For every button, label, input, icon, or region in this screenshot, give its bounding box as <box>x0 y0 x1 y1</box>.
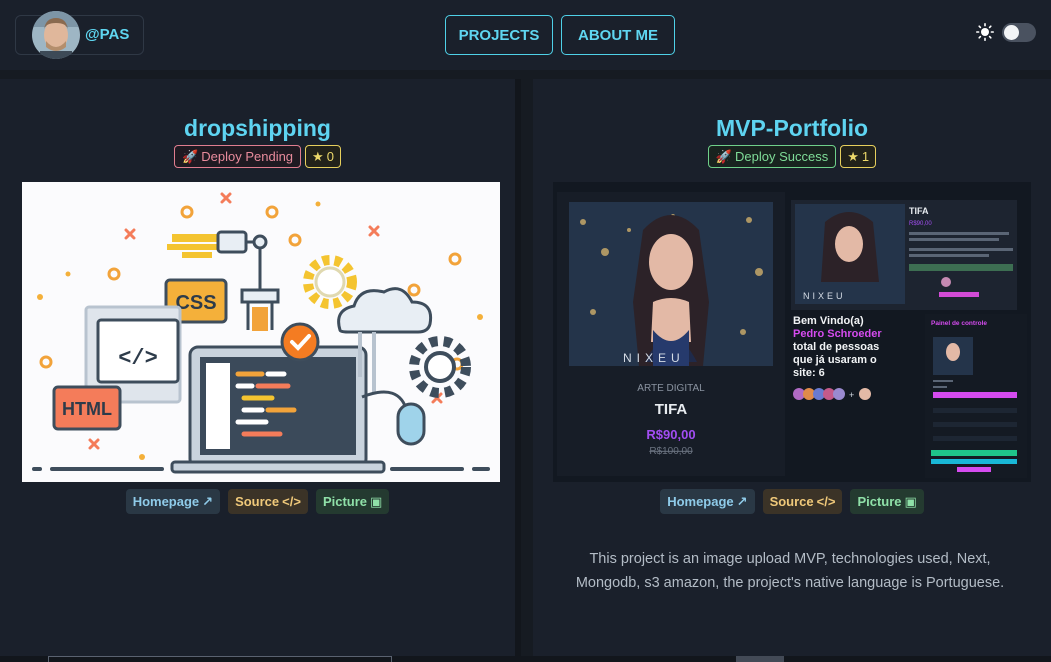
side-price-text: R$90,00 <box>909 221 932 227</box>
project-links: Homepage ↗ Source </> Picture ▣ <box>533 489 1051 514</box>
category-text: ARTE DIGITAL <box>637 383 705 394</box>
homepage-label: Homepage <box>667 494 734 509</box>
project-title: dropshipping <box>184 115 331 141</box>
scrollbar-thumb-secondary[interactable] <box>736 656 784 662</box>
product-text: TIFA <box>655 401 688 418</box>
picture-link[interactable]: Picture ▣ <box>315 489 390 514</box>
project-links: Homepage ↗ Source </> Picture ▣ <box>0 489 515 514</box>
sun-icon <box>976 23 994 41</box>
project-description: This project is an image upload MVP, tec… <box>575 551 1005 591</box>
html-text: HTML <box>62 399 112 419</box>
picture-label: Picture <box>322 494 368 509</box>
source-link[interactable]: Source </> <box>228 489 308 514</box>
external-link-icon: ↗ <box>202 493 214 509</box>
scrollbar-thumb[interactable] <box>48 656 392 662</box>
avatar <box>32 11 80 59</box>
top-bar: @PAS PROJECTS ABOUT ME <box>0 0 1051 70</box>
horizontal-scrollbar[interactable] <box>0 656 1051 662</box>
picture-link[interactable]: Picture ▣ <box>850 489 924 514</box>
project-badges: 🚀 Deploy Success ★ 1 <box>533 145 1051 168</box>
side-title-text: TIFA <box>909 206 929 216</box>
image-icon: ▣ <box>370 493 383 509</box>
profile-button[interactable]: @PAS <box>15 11 144 59</box>
project-preview-image: NIXEU ARTE DIGITAL TIFA R$90,00 R$100,00… <box>553 182 1031 482</box>
image-icon: ▣ <box>904 493 917 509</box>
nav-projects-button[interactable]: PROJECTS <box>445 15 553 55</box>
code-icon: </> <box>282 494 301 509</box>
external-link-icon: ↗ <box>736 493 748 509</box>
total-line-1: total de pessoas <box>793 341 879 353</box>
homepage-label: Homepage <box>132 494 200 509</box>
user-text: Pedro Schroeder <box>793 328 882 340</box>
nav-about-button[interactable]: ABOUT ME <box>561 15 675 55</box>
project-preview-image: CSS </> HTML <box>22 182 500 482</box>
theme-toggle-knob <box>1004 25 1019 40</box>
deploy-status-badge: 🚀 Deploy Pending <box>174 145 302 168</box>
welcome-text: Bem Vindo(a) <box>793 315 864 327</box>
username-label: @PAS <box>85 26 130 43</box>
star-count: 1 <box>861 149 870 164</box>
total-line-3: site: 6 <box>793 367 825 379</box>
star-badge: ★ 1 <box>840 145 877 168</box>
old-price-text: R$100,00 <box>649 446 693 457</box>
deploy-status-badge: 🚀 Deploy Success <box>707 145 837 168</box>
brand-text: NIXEU <box>623 351 685 365</box>
rocket-icon: 🚀 <box>182 148 199 164</box>
rocket-icon: 🚀 <box>715 148 733 164</box>
star-count: 0 <box>326 149 334 164</box>
project-card-mvp-portfolio: MVP-Portfolio 🚀 Deploy Success ★ 1 NIXEU… <box>533 79 1051 662</box>
svg-text:</>: </> <box>118 346 158 371</box>
total-line-2: que já usaram o <box>793 354 877 366</box>
panel-title-text: Painel de controle <box>931 320 987 327</box>
star-icon: ★ <box>847 148 859 164</box>
project-card-dropshipping: dropshipping 🚀 Deploy Pending ★ 0 CSS </… <box>0 79 521 662</box>
css-text: CSS <box>175 292 216 314</box>
project-badges: 🚀 Deploy Pending ★ 0 <box>0 145 515 168</box>
star-icon: ★ <box>312 148 324 164</box>
source-label: Source <box>235 494 280 509</box>
source-label: Source <box>769 494 814 509</box>
theme-toggle[interactable] <box>1002 23 1036 42</box>
deploy-status-label: Deploy Pending <box>201 149 294 164</box>
source-link[interactable]: Source </> <box>762 489 843 514</box>
homepage-link[interactable]: Homepage ↗ <box>125 489 221 514</box>
deploy-status-label: Deploy Success <box>735 149 829 164</box>
homepage-link[interactable]: Homepage ↗ <box>660 489 755 514</box>
svg-text:+: + <box>849 390 854 400</box>
picture-label: Picture <box>857 494 902 509</box>
svg-text:NIXEU: NIXEU <box>803 291 846 301</box>
price-text: R$90,00 <box>646 427 695 442</box>
star-badge: ★ 0 <box>305 145 341 168</box>
code-icon: </> <box>816 494 836 509</box>
project-title: MVP-Portfolio <box>715 115 869 141</box>
